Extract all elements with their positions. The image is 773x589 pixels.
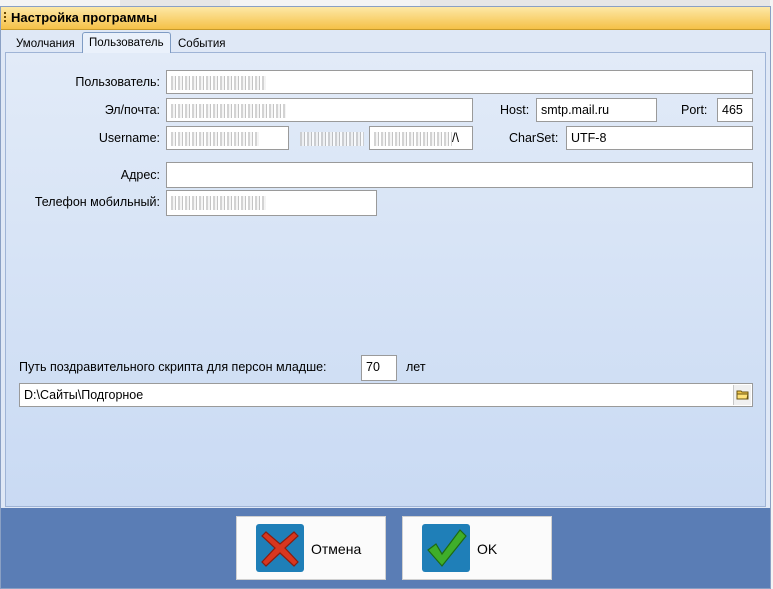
cancel-button[interactable]: Отмена bbox=[236, 516, 386, 580]
phone-label: Телефон мобильный: bbox=[34, 195, 160, 209]
red-x-icon bbox=[256, 524, 304, 572]
redacted-text bbox=[171, 195, 266, 210]
ok-label: OK bbox=[477, 541, 498, 557]
green-check-icon bbox=[422, 524, 470, 572]
title-bar[interactable]: Настройка программы bbox=[1, 7, 770, 30]
age-field[interactable]: 70 bbox=[361, 355, 397, 381]
script-path-field[interactable]: D:\Сайты\Подгорное bbox=[19, 383, 753, 407]
redacted-text bbox=[171, 103, 286, 118]
host-label: Host: bbox=[500, 103, 530, 117]
email-field[interactable] bbox=[166, 98, 473, 122]
ok-button[interactable]: OK bbox=[402, 516, 552, 580]
button-bar: Отмена OK bbox=[1, 508, 770, 588]
host-field[interactable]: smtp.mail.ru bbox=[536, 98, 657, 122]
user-label: Пользователь: bbox=[75, 75, 160, 89]
age-label: Путь поздравительного скрипта для персон… bbox=[19, 360, 327, 374]
redacted-text bbox=[171, 131, 259, 146]
password-suffix: /\ bbox=[452, 131, 459, 145]
script-path-value: D:\Сайты\Подгорное bbox=[24, 388, 144, 402]
port-field[interactable]: 465 bbox=[717, 98, 753, 122]
redacted-text bbox=[374, 131, 452, 146]
charset-label: CharSet: bbox=[509, 131, 559, 145]
username-field[interactable] bbox=[166, 126, 289, 150]
password-field[interactable]: /\ bbox=[369, 126, 473, 150]
settings-dialog: Настройка программы Умолчания Пользовате… bbox=[0, 6, 771, 589]
cancel-label: Отмена bbox=[311, 541, 362, 557]
address-field[interactable] bbox=[166, 162, 753, 188]
redacted-text bbox=[171, 75, 266, 90]
folder-icon bbox=[736, 390, 749, 400]
window-title: Настройка программы bbox=[11, 10, 158, 25]
browse-button[interactable] bbox=[733, 385, 751, 405]
tab-events[interactable]: События bbox=[171, 34, 232, 52]
tab-defaults[interactable]: Умолчания bbox=[9, 34, 82, 52]
user-settings-panel: Пользователь: Эл/почта: Host: smtp.mail.… bbox=[5, 52, 766, 507]
charset-field[interactable]: UTF-8 bbox=[566, 126, 753, 150]
email-label: Эл/почта: bbox=[104, 103, 160, 117]
age-unit: лет bbox=[406, 360, 426, 374]
redacted-text bbox=[300, 131, 364, 146]
address-label: Адрес: bbox=[120, 168, 160, 182]
grip-icon bbox=[4, 12, 6, 24]
port-label: Port: bbox=[681, 103, 708, 117]
username-extra-field[interactable] bbox=[295, 126, 369, 150]
phone-field[interactable] bbox=[166, 190, 377, 216]
username-label: Username: bbox=[98, 131, 160, 145]
user-name-field[interactable] bbox=[166, 70, 753, 94]
tab-user[interactable]: Пользователь bbox=[82, 32, 171, 53]
